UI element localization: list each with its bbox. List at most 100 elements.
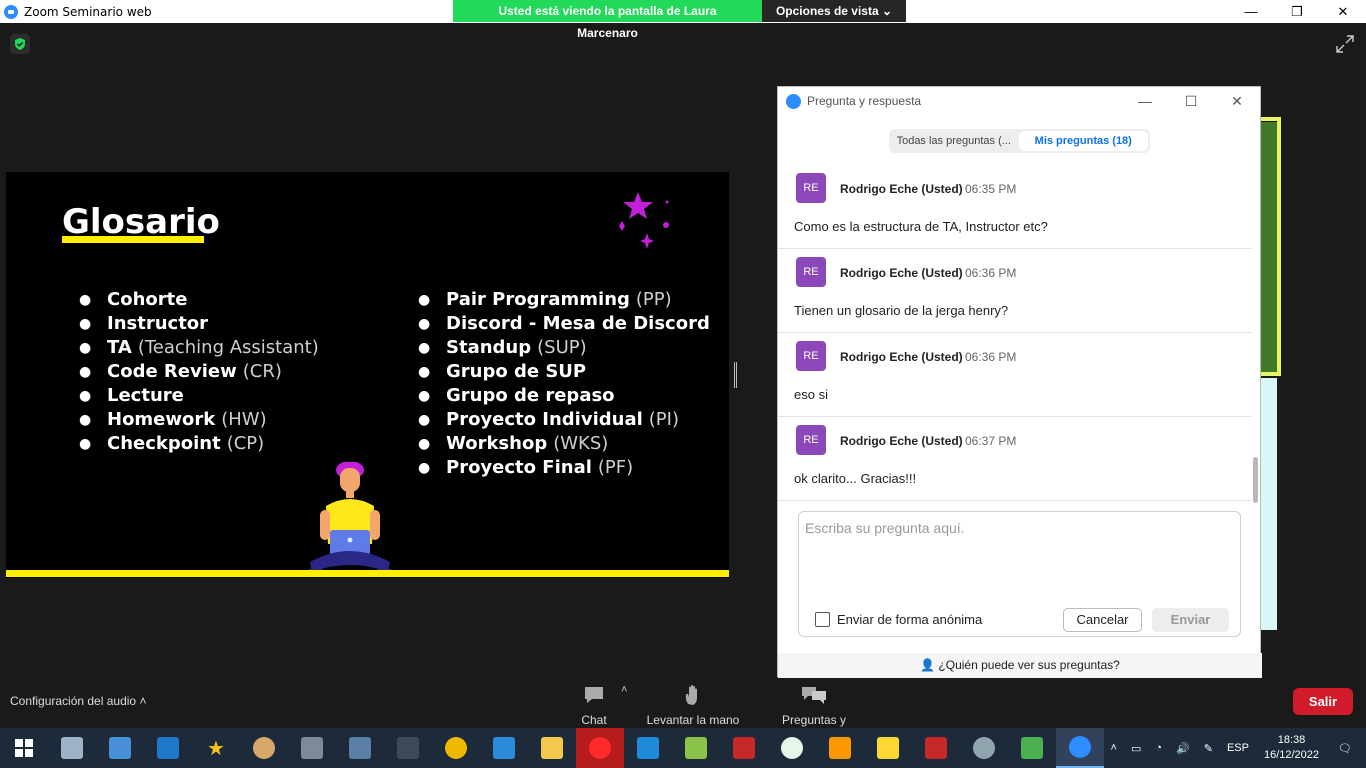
clock[interactable]: 18:38 16/12/2022 — [1264, 733, 1319, 763]
glossary-column-left: ● Cohorte ● Instructor ● TA (Teaching Assist… — [79, 288, 319, 456]
list-item: ● Grupo de repaso — [418, 385, 615, 406]
list-item: RE Rodrigo Eche (Usted) 06:35 PM Como es… — [778, 165, 1252, 249]
share-banner-text: Usted está viendo la pantalla de Laura M… — [453, 0, 762, 40]
leave-button[interactable]: Salir — [1293, 688, 1353, 715]
notifications-icon[interactable]: 🗨 — [1338, 742, 1352, 755]
background-strip — [1258, 117, 1281, 376]
zoom-app-icon — [4, 4, 18, 19]
control-panel-icon[interactable] — [96, 728, 144, 768]
list-item: ● Checkpoint (CP) — [79, 433, 265, 454]
avatar: RE — [796, 173, 826, 203]
camera-icon[interactable] — [288, 728, 336, 768]
chat-label: Chat — [581, 713, 607, 727]
person-with-laptop-illustration — [307, 462, 393, 576]
vscode-icon[interactable] — [624, 728, 672, 768]
start-menu-icon[interactable] — [0, 728, 48, 768]
list-item: ● Homework (HW) — [79, 409, 267, 430]
qa-tabs: Todas las preguntas (... Mis preguntas (… — [889, 129, 1150, 153]
cancel-button[interactable]: Cancelar — [1063, 608, 1142, 632]
filezilla-icon[interactable] — [720, 728, 768, 768]
red-app-icon[interactable] — [912, 728, 960, 768]
scrollbar[interactable] — [1253, 457, 1258, 503]
heading-underline — [62, 236, 204, 243]
list-item: ● Code Review (CR) — [79, 361, 282, 382]
favorites-star-icon[interactable]: ★ — [192, 728, 240, 768]
person-lock-icon: 👤 — [920, 658, 939, 672]
chat-options-chevron-icon[interactable]: ˄ — [621, 684, 627, 696]
question-text: Como es la estructura de TA, Instructor … — [794, 219, 1048, 234]
encryption-shield-icon[interactable] — [10, 34, 30, 54]
paint-brush-icon[interactable] — [960, 728, 1008, 768]
tab-my-questions[interactable]: Mis preguntas (18) — [1018, 131, 1148, 151]
boat-icon[interactable] — [384, 728, 432, 768]
volume-icon[interactable]: 🔊 — [1176, 742, 1190, 755]
anonymous-label: Enviar de forma anónima — [837, 612, 983, 627]
restore-button[interactable]: ❐ — [1274, 0, 1320, 23]
fullscreen-icon[interactable] — [1336, 35, 1354, 53]
list-item: RE Rodrigo Eche (Usted) 06:36 PM eso si — [778, 333, 1252, 417]
task-manager-icon[interactable] — [48, 728, 96, 768]
system-info-icon[interactable] — [144, 728, 192, 768]
tab-all-questions[interactable]: Todas las preguntas (... — [889, 135, 1019, 147]
question-compose-box: Escriba su pregunta aquí. Enviar de form… — [798, 511, 1241, 637]
shared-screen-slide: Glosario ● Cohorte ● Instructor ● TA (Teachi… — [6, 172, 729, 578]
qa-bubbles-icon — [802, 687, 826, 704]
minimize-button[interactable]: — — [1228, 0, 1274, 23]
chat-button[interactable]: Chat — [576, 682, 612, 727]
close-button[interactable]: ✕ — [1320, 0, 1366, 23]
question-list[interactable]: RE Rodrigo Eche (Usted) 06:35 PM Como es… — [778, 165, 1252, 503]
chevron-down-icon: ⌄ — [881, 4, 893, 18]
windows-taskbar: ★ ˄ ▭ ◔ 🔊 ✎ ESP 18:38 16/12/2022 🗨 — [0, 728, 1366, 768]
list-item: ● Pair Programming (PP) — [418, 289, 672, 310]
qa-close-button[interactable]: ✕ — [1214, 87, 1260, 115]
pen-icon[interactable]: ✎ — [1204, 742, 1213, 755]
file-explorer-icon[interactable] — [528, 728, 576, 768]
zoom-taskbar-icon[interactable] — [1056, 728, 1104, 768]
qa-minimize-button[interactable]: — — [1122, 87, 1168, 115]
list-item: ● Instructor — [79, 313, 209, 334]
raise-hand-button[interactable]: Levantar la mano — [646, 682, 740, 727]
split-resize-handle[interactable] — [734, 362, 737, 388]
question-author: Rodrigo Eche (Usted) — [840, 350, 963, 364]
language-indicator[interactable]: ESP — [1227, 742, 1249, 754]
opera-browser-icon[interactable] — [576, 728, 624, 768]
window-title: Zoom Seminario web — [24, 4, 152, 19]
question-text: ok clarito... Gracias!!! — [794, 471, 917, 486]
tray-chevron-up-icon[interactable]: ˄ — [1111, 742, 1117, 754]
list-item: RE Rodrigo Eche (Usted) 06:36 PM Tienen … — [778, 249, 1252, 333]
question-text: eso si — [794, 387, 828, 402]
who-can-see-link[interactable]: 👤 ¿Quién puede ver sus preguntas? — [778, 653, 1262, 678]
avatar: RE — [796, 257, 826, 287]
notepad-icon[interactable] — [672, 728, 720, 768]
slide-floor-bar — [6, 570, 729, 577]
wifi-icon[interactable]: ◔ — [1155, 742, 1162, 754]
question-author: Rodrigo Eche (Usted) — [840, 434, 963, 448]
list-item: RE Rodrigo Eche (Usted) 06:37 PM ok clar… — [778, 417, 1252, 501]
qa-maximize-button[interactable]: ☐ — [1168, 87, 1214, 115]
question-input[interactable]: Escriba su pregunta aquí. — [805, 520, 965, 536]
yellow-circle-app-icon[interactable] — [432, 728, 480, 768]
view-options-label: Opciones de vista — [775, 4, 879, 18]
question-time: 06:36 PM — [965, 266, 1017, 280]
anonymous-checkbox[interactable] — [815, 612, 830, 627]
henry-app-icon[interactable] — [480, 728, 528, 768]
question-author: Rodrigo Eche (Usted) — [840, 182, 963, 196]
view-options-button[interactable]: Opciones de vista ⌄ — [762, 0, 906, 22]
raise-hand-icon — [685, 685, 697, 705]
color-grid-icon[interactable] — [1008, 728, 1056, 768]
send-button[interactable]: Enviar — [1152, 608, 1229, 632]
sublime-text-icon[interactable] — [816, 728, 864, 768]
chat-bubble-icon — [585, 687, 603, 703]
yellow-app-icon[interactable] — [864, 728, 912, 768]
avatar: RE — [796, 341, 826, 371]
list-item: ● Cohorte — [79, 289, 188, 310]
glossary-column-right: ● Pair Programming (PP) ● Discord - Mesa de… — [418, 288, 716, 480]
list-item: ● Proyecto Final (PF) — [418, 457, 634, 478]
paint-palette-icon[interactable] — [240, 728, 288, 768]
battery-icon[interactable]: ▭ — [1131, 742, 1141, 755]
audio-settings-button[interactable]: Configuración del audio ˄ — [10, 694, 146, 708]
calculator-icon[interactable] — [336, 728, 384, 768]
zoom-icon — [786, 93, 801, 109]
question-author: Rodrigo Eche (Usted) — [840, 266, 963, 280]
mongodb-compass-icon[interactable] — [768, 728, 816, 768]
